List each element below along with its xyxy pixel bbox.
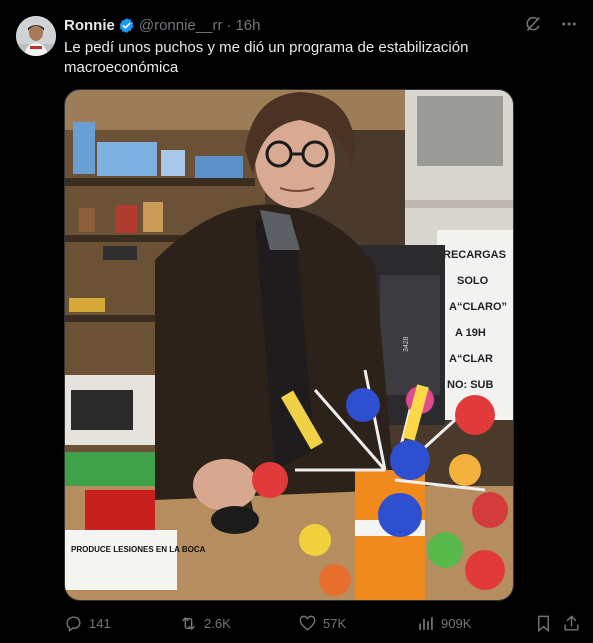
like-button[interactable]: 57K: [298, 611, 346, 635]
like-count: 57K: [323, 615, 347, 631]
verified-badge-icon: [118, 17, 135, 34]
views-button[interactable]: 909K: [416, 611, 471, 635]
avatar[interactable]: [16, 16, 56, 56]
sign-line-6: NO: SUB: [447, 379, 494, 391]
like-icon: [299, 615, 316, 631]
bookmark-icon: [538, 615, 549, 632]
separator-dot: ·: [226, 16, 232, 34]
retweet-count: 2.6K: [204, 615, 231, 631]
sign-line-3: A“CLARO”: [449, 301, 507, 313]
tweet-text: Le pedí unos puchos y me dió un programa…: [64, 39, 469, 76]
reply-button[interactable]: 141: [64, 611, 111, 635]
views-icon: [419, 616, 433, 630]
reply-icon: [66, 615, 81, 632]
tweet-header: Ronnie @ronnie__rr · 16h: [64, 15, 260, 35]
bookmark-button[interactable]: [534, 611, 559, 635]
reply-count: 141: [89, 615, 111, 631]
author-handle[interactable]: @ronnie__rr: [139, 17, 223, 34]
sign-line-5: A“CLAR: [449, 353, 493, 365]
share-button[interactable]: [562, 611, 587, 635]
views-count: 909K: [441, 615, 472, 631]
grok-icon[interactable]: [523, 14, 543, 34]
tweet-image[interactable]: RECARGAS SOLO A“CLARO” A 19H A“CLAR NO: …: [64, 89, 514, 601]
top-actions: [523, 14, 579, 34]
timestamp[interactable]: 16h: [235, 17, 260, 34]
action-bar: 141 2.6K 57K 909K: [64, 611, 584, 635]
more-icon[interactable]: [559, 14, 579, 34]
box-warning-text: PRODUCE LESIONES EN LA BOCA: [71, 545, 206, 554]
author-name[interactable]: Ronnie: [64, 17, 115, 34]
share-icon: [564, 615, 579, 631]
tweet[interactable]: Ronnie @ronnie__rr · 16h Le pedí unos pu…: [0, 0, 593, 643]
retweet-button[interactable]: 2.6K: [179, 611, 231, 635]
sign-line-1: RECARGAS: [443, 249, 506, 261]
sign-line-4: A 19H: [455, 327, 486, 339]
retweet-icon: [182, 616, 195, 630]
sign-line-2: SOLO: [457, 275, 489, 287]
monitor-tag: 3428: [403, 336, 410, 352]
